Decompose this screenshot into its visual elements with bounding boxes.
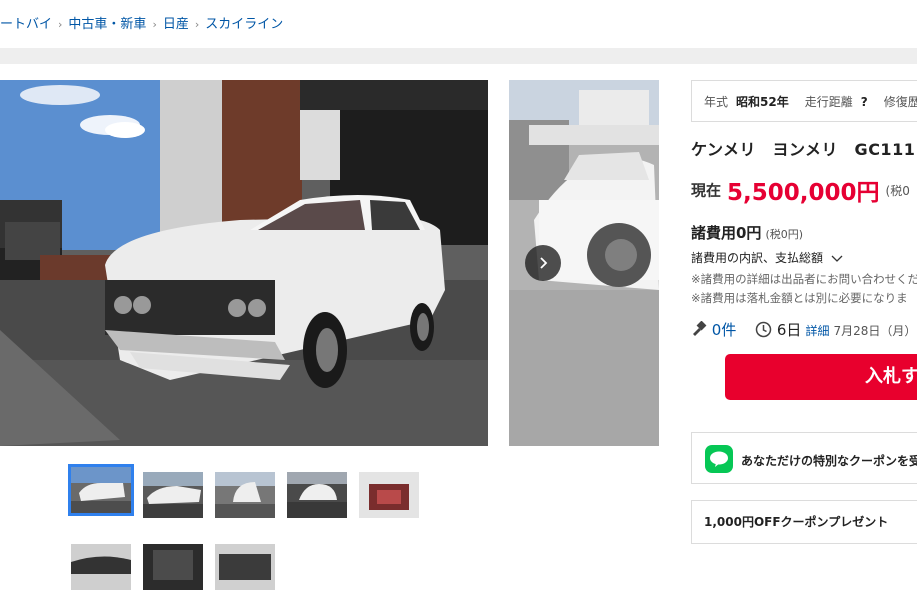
bid-count[interactable]: 0件 bbox=[712, 321, 737, 339]
breadcrumb: ートバイ › 中古車・新車 › 日産 › スカイライン bbox=[0, 13, 283, 33]
price-tax: (税0 bbox=[885, 183, 910, 198]
auction-stats: 0件 6日 詳細 7月28日（月） bbox=[691, 319, 916, 340]
fees-note-2: ※諸費用は落札金額とは別に必要になりま bbox=[691, 291, 908, 305]
section-divider-band bbox=[0, 48, 917, 64]
thumbnail-image bbox=[143, 544, 203, 590]
fees-summary: 諸費用0円 (税0円) bbox=[691, 222, 803, 243]
item-title: ケンメリ ヨンメリ GC111 2 bbox=[691, 140, 917, 159]
thumbnail-image bbox=[359, 472, 419, 518]
breadcrumb-separator-icon: › bbox=[194, 18, 200, 31]
thumbnail-1[interactable] bbox=[68, 464, 134, 516]
fees-breakdown-label: 諸費用の内訳、支払総額 bbox=[691, 251, 824, 265]
price-value: 5,500,000円 bbox=[727, 180, 880, 206]
thumbnail-3[interactable] bbox=[215, 472, 275, 518]
thumbnail-7[interactable] bbox=[143, 544, 203, 590]
thumbnail-image bbox=[215, 544, 275, 590]
time-left: 6日 bbox=[776, 321, 802, 339]
year-label: 年式 bbox=[704, 95, 729, 109]
end-date: 7月28日（月） bbox=[833, 324, 917, 338]
spec-summary-bar: 年式 昭和52年 走行距離? 修復歴 bbox=[691, 80, 917, 122]
breadcrumb-item-skyline[interactable]: スカイライン bbox=[205, 17, 283, 32]
gavel-icon bbox=[693, 320, 707, 336]
breadcrumb-separator-icon: › bbox=[152, 18, 157, 31]
breadcrumb-item-motorcycle[interactable]: ートバイ bbox=[0, 17, 52, 32]
year-value: 昭和52年 bbox=[736, 95, 789, 109]
line-logo-icon bbox=[710, 451, 728, 467]
thumbnail-image bbox=[71, 544, 131, 590]
coupon-offer-text: 1,000円OFFクーポンプレゼント bbox=[704, 515, 889, 529]
chevron-down-icon bbox=[831, 255, 843, 262]
thumbnail-6[interactable] bbox=[71, 544, 131, 590]
mileage-label: 走行距離 bbox=[804, 95, 853, 109]
car-photo-image bbox=[0, 80, 488, 446]
thumbnail-2[interactable] bbox=[143, 472, 203, 518]
thumbnail-image bbox=[215, 472, 275, 518]
fees-note-1: ※諸費用の詳細は出品者にお問い合わせくだ bbox=[691, 272, 917, 286]
breadcrumb-item-nissan[interactable]: 日産 bbox=[163, 17, 189, 32]
main-product-photo[interactable] bbox=[0, 80, 488, 446]
mileage-value: ? bbox=[860, 95, 868, 109]
current-price: 現在 5,500,000円 (税0 bbox=[691, 173, 910, 207]
thumbnail-image bbox=[71, 467, 131, 513]
thumbnail-8[interactable] bbox=[215, 544, 275, 590]
chevron-right-icon bbox=[540, 257, 548, 269]
breadcrumb-separator-icon: › bbox=[58, 18, 63, 31]
line-coupon-text: あなただけの特別なクーポンを受 bbox=[741, 454, 917, 468]
thumbnail-image bbox=[143, 472, 203, 518]
time-detail-link[interactable]: 詳細 bbox=[805, 324, 829, 338]
line-icon bbox=[705, 445, 733, 473]
breadcrumb-item-cars[interactable]: 中古車・新車 bbox=[68, 17, 146, 32]
fees-tax: (税0円) bbox=[765, 228, 804, 241]
thumbnail-image bbox=[287, 472, 347, 518]
coupon-offer-banner[interactable]: 1,000円OFFクーポンプレゼント bbox=[691, 500, 917, 544]
fees-breakdown-toggle[interactable]: 諸費用の内訳、支払総額 bbox=[691, 249, 843, 266]
thumbnail-5[interactable] bbox=[359, 472, 419, 518]
line-coupon-banner[interactable]: あなただけの特別なクーポンを受 bbox=[691, 432, 917, 484]
clock-icon bbox=[755, 321, 772, 338]
next-photo-button[interactable] bbox=[525, 245, 561, 281]
fees-title: 諸費用0円 bbox=[691, 224, 762, 242]
price-label: 現在 bbox=[691, 181, 722, 200]
bid-button[interactable]: 入札す bbox=[725, 354, 917, 400]
thumbnail-4[interactable] bbox=[287, 472, 347, 518]
repair-history-label: 修復歴 bbox=[883, 95, 917, 109]
